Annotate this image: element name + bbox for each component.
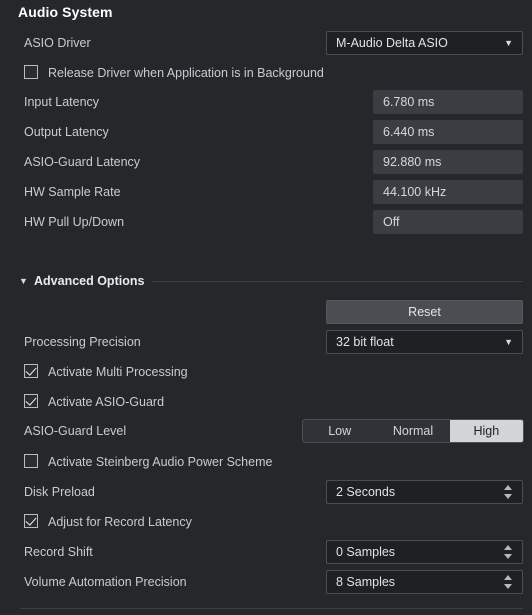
input-latency-row: Input Latency 6.780 ms: [0, 89, 532, 115]
power-scheme-label: Activate Steinberg Audio Power Scheme: [48, 455, 273, 469]
stepper-up-icon[interactable]: [504, 575, 512, 580]
asio-driver-value: M-Audio Delta ASIO: [336, 36, 448, 50]
disk-preload-value: 2 Seconds: [336, 485, 396, 499]
hw-sample-rate-label: HW Sample Rate: [24, 185, 121, 199]
volume-automation-precision-label: Volume Automation Precision: [24, 575, 187, 589]
stepper-up-icon[interactable]: [504, 545, 512, 550]
processing-precision-row: Processing Precision 32 bit float ▼: [0, 329, 532, 355]
bottom-divider: [20, 608, 523, 609]
processing-precision-label: Processing Precision: [24, 335, 141, 349]
advanced-options-header[interactable]: ▼ Advanced Options: [0, 271, 532, 291]
multi-processing-label: Activate Multi Processing: [48, 365, 188, 379]
hw-pull-up-down-row: HW Pull Up/Down Off: [0, 209, 532, 235]
input-latency-label: Input Latency: [24, 95, 100, 109]
record-shift-row: Record Shift 0 Samples: [0, 539, 532, 565]
asio-guard-latency-value: 92.880 ms: [383, 155, 442, 169]
stepper-arrows-icon[interactable]: [504, 484, 513, 500]
volume-automation-precision-stepper[interactable]: 8 Samples: [326, 570, 523, 594]
multi-processing-row[interactable]: Activate Multi Processing: [0, 359, 532, 385]
record-shift-label: Record Shift: [24, 545, 93, 559]
output-latency-field: 6.440 ms: [373, 120, 523, 144]
advanced-options-title: Advanced Options: [34, 274, 145, 288]
processing-precision-value: 32 bit float: [336, 335, 394, 349]
segment-high[interactable]: High: [449, 420, 523, 442]
hw-sample-rate-value: 44.100 kHz: [383, 185, 447, 199]
release-driver-checkbox[interactable]: [24, 65, 38, 79]
asio-guard-row[interactable]: Activate ASIO-Guard: [0, 389, 532, 415]
input-latency-value: 6.780 ms: [383, 95, 435, 109]
output-latency-label: Output Latency: [24, 125, 109, 139]
processing-precision-dropdown[interactable]: 32 bit float ▼: [326, 330, 523, 354]
disk-preload-stepper[interactable]: 2 Seconds: [326, 480, 523, 504]
stepper-up-icon[interactable]: [504, 485, 512, 490]
stepper-down-icon[interactable]: [504, 494, 512, 499]
page-title: Audio System: [18, 4, 113, 20]
hw-sample-rate-row: HW Sample Rate 44.100 kHz: [0, 179, 532, 205]
asio-guard-level-segmented[interactable]: Low Normal High: [302, 419, 524, 443]
disk-preload-label: Disk Preload: [24, 485, 95, 499]
hw-pull-up-down-field: Off: [373, 210, 523, 234]
header-divider: [152, 281, 523, 282]
record-shift-stepper[interactable]: 0 Samples: [326, 540, 523, 564]
adjust-record-latency-checkbox[interactable]: [24, 514, 38, 528]
asio-guard-latency-field: 92.880 ms: [373, 150, 523, 174]
release-driver-label: Release Driver when Application is in Ba…: [48, 66, 324, 80]
adjust-record-latency-row[interactable]: Adjust for Record Latency: [0, 509, 532, 535]
chevron-down-icon: ▼: [504, 337, 513, 347]
output-latency-row: Output Latency 6.440 ms: [0, 119, 532, 145]
stepper-down-icon[interactable]: [504, 584, 512, 589]
hw-pull-up-down-value: Off: [383, 215, 400, 229]
input-latency-field: 6.780 ms: [373, 90, 523, 114]
asio-guard-latency-row: ASIO-Guard Latency 92.880 ms: [0, 149, 532, 175]
power-scheme-row[interactable]: Activate Steinberg Audio Power Scheme: [0, 449, 532, 475]
asio-guard-latency-label: ASIO-Guard Latency: [24, 155, 141, 169]
disk-preload-row: Disk Preload 2 Seconds: [0, 479, 532, 505]
chevron-down-icon: ▼: [504, 38, 513, 48]
asio-driver-dropdown[interactable]: M-Audio Delta ASIO ▼: [326, 31, 523, 55]
adjust-record-latency-label: Adjust for Record Latency: [48, 515, 192, 529]
reset-row: Reset: [0, 299, 532, 325]
output-latency-value: 6.440 ms: [383, 125, 435, 139]
asio-driver-row: ASIO Driver M-Audio Delta ASIO ▼: [0, 30, 532, 56]
stepper-arrows-icon[interactable]: [504, 574, 513, 590]
asio-guard-level-label: ASIO-Guard Level: [24, 424, 127, 438]
asio-guard-label: Activate ASIO-Guard: [48, 395, 165, 409]
hw-sample-rate-field: 44.100 kHz: [373, 180, 523, 204]
asio-guard-checkbox[interactable]: [24, 394, 38, 408]
record-shift-value: 0 Samples: [336, 545, 396, 559]
segment-normal[interactable]: Normal: [376, 420, 449, 442]
segment-low[interactable]: Low: [303, 420, 376, 442]
triangle-down-icon: ▼: [19, 276, 28, 286]
power-scheme-checkbox[interactable]: [24, 454, 38, 468]
stepper-arrows-icon[interactable]: [504, 544, 513, 560]
hw-pull-up-down-label: HW Pull Up/Down: [24, 215, 125, 229]
reset-button[interactable]: Reset: [326, 300, 523, 324]
multi-processing-checkbox[interactable]: [24, 364, 38, 378]
volume-automation-precision-value: 8 Samples: [336, 575, 396, 589]
release-driver-row[interactable]: Release Driver when Application is in Ba…: [0, 60, 532, 86]
asio-driver-label: ASIO Driver: [24, 36, 91, 50]
asio-guard-level-row: ASIO-Guard Level Low Normal High: [0, 418, 532, 444]
stepper-down-icon[interactable]: [504, 554, 512, 559]
volume-automation-precision-row: Volume Automation Precision 8 Samples: [0, 569, 532, 595]
